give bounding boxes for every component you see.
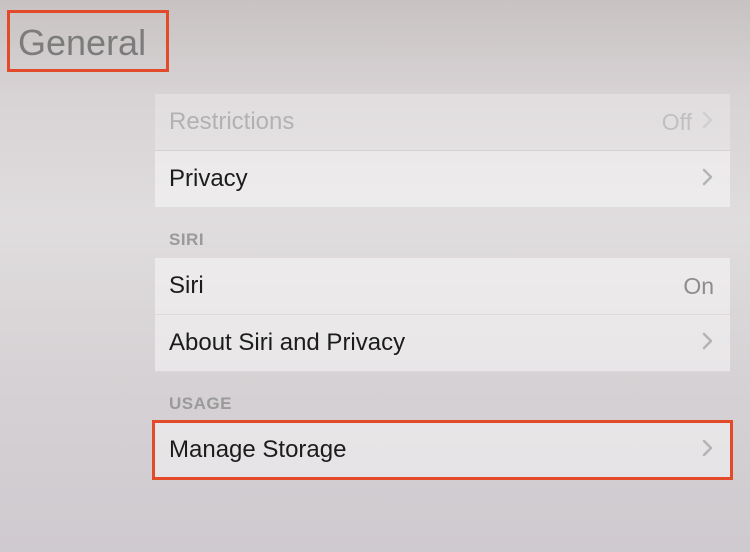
- page-title: General: [0, 0, 164, 74]
- group-header-usage: USAGE: [155, 372, 730, 422]
- row-siri-value: On: [683, 273, 714, 300]
- chevron-right-icon: [702, 439, 714, 461]
- row-about-siri-privacy-label: About Siri and Privacy: [169, 329, 405, 357]
- row-restrictions-label: Restrictions: [169, 108, 294, 136]
- row-restrictions-value: Off: [662, 109, 692, 136]
- settings-content: Restrictions Off Privacy SIRI Siri On: [0, 74, 750, 479]
- row-manage-storage-label: Manage Storage: [169, 436, 346, 464]
- row-privacy-label: Privacy: [169, 165, 248, 193]
- chevron-right-icon: [702, 332, 714, 354]
- row-siri-label: Siri: [169, 272, 204, 300]
- row-privacy[interactable]: Privacy: [155, 151, 730, 208]
- row-restrictions[interactable]: Restrictions Off: [155, 94, 730, 151]
- group-siri: Siri On About Siri and Privacy: [155, 258, 730, 372]
- chevron-right-icon: [702, 111, 714, 133]
- chevron-right-icon: [702, 168, 714, 190]
- row-manage-storage[interactable]: Manage Storage: [155, 422, 730, 479]
- group-usage: Manage Storage: [155, 422, 730, 479]
- row-about-siri-privacy[interactable]: About Siri and Privacy: [155, 315, 730, 372]
- group-header-siri: SIRI: [155, 208, 730, 258]
- row-siri[interactable]: Siri On: [155, 258, 730, 315]
- group-prior: Restrictions Off Privacy: [155, 94, 730, 208]
